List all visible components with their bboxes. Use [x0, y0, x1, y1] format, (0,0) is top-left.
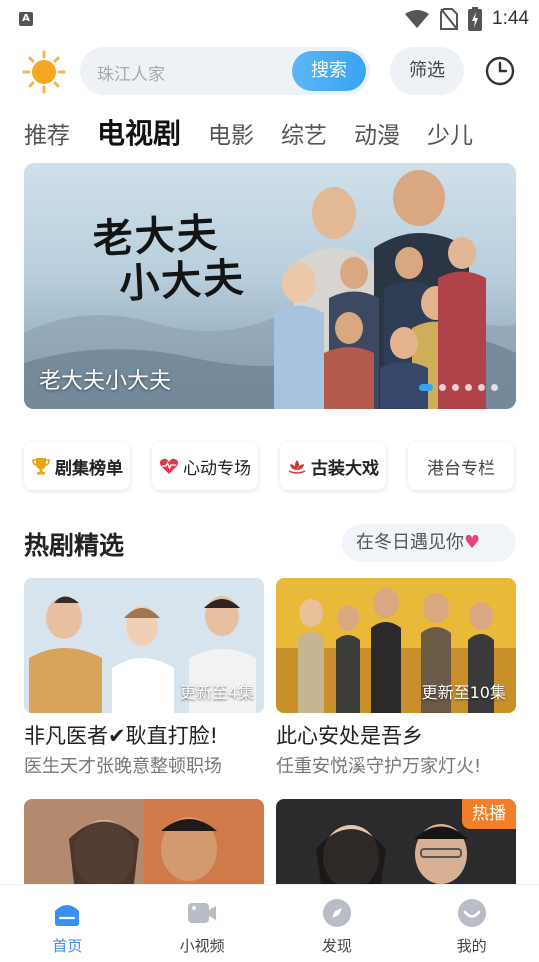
- filter-button[interactable]: 筛选: [390, 47, 464, 95]
- nav-label: 首页: [52, 937, 83, 955]
- card-subtitle: 医生天才张晚意整顿职场: [24, 756, 222, 777]
- nav-home[interactable]: 首页: [0, 885, 135, 962]
- chip-label: 剧集榜单: [55, 458, 123, 479]
- tab-kids[interactable]: 少儿: [427, 114, 473, 158]
- card-thumbnail: 更新至10集: [276, 578, 516, 713]
- section-tag-label: 在冬日遇见你: [356, 532, 464, 553]
- compass-icon: [322, 899, 351, 927]
- drama-card[interactable]: 热播: [276, 799, 516, 884]
- chip-label: 古装大戏: [311, 458, 379, 479]
- lotus-icon: [288, 460, 306, 474]
- nav-profile[interactable]: 我的: [404, 885, 539, 962]
- chip-heart-special[interactable]: 心动专场: [152, 442, 258, 490]
- tab-recommend[interactable]: 推荐: [24, 114, 70, 158]
- card-thumbnail: [24, 799, 264, 884]
- banner-dot[interactable]: [419, 384, 433, 391]
- card-title: 非凡医者✔耿直打脸!: [24, 724, 219, 748]
- nav-discover[interactable]: 发现: [270, 885, 405, 962]
- chip-costume-drama[interactable]: 古装大戏: [280, 442, 386, 490]
- nav-label: 我的: [456, 937, 487, 955]
- notification-a-icon: A: [19, 12, 33, 26]
- sun-icon[interactable]: [22, 50, 66, 94]
- heart-pulse-icon: [159, 458, 179, 474]
- card-thumbnail: 热播: [276, 799, 516, 884]
- section-tag[interactable]: 在冬日遇见你♥: [342, 524, 516, 562]
- drama-card[interactable]: [24, 799, 264, 884]
- chip-drama-rankings[interactable]: 剧集榜单: [24, 442, 130, 490]
- tab-movies[interactable]: 电影: [208, 114, 254, 158]
- category-tabs: 推荐 电视剧 电影 综艺 动漫 少儿: [24, 112, 500, 156]
- nav-label: 发现: [321, 937, 352, 955]
- heart-icon: ♥: [464, 532, 481, 553]
- trophy-icon: [32, 458, 50, 475]
- status-bar: A 1:44: [0, 0, 539, 38]
- clock: 1:44: [492, 8, 529, 29]
- chip-label: 港台专栏: [427, 458, 495, 479]
- banner-dot[interactable]: [491, 384, 498, 391]
- tab-anime[interactable]: 动漫: [354, 114, 400, 158]
- episode-badge: 更新至4集: [179, 683, 254, 702]
- home-icon: [55, 905, 80, 926]
- history-icon[interactable]: [485, 56, 515, 86]
- search-button[interactable]: 搜索: [292, 51, 366, 91]
- card-title: 此心安处是吾乡: [276, 724, 423, 748]
- no-sim-icon: [440, 8, 459, 30]
- drama-card[interactable]: 更新至4集 非凡医者✔耿直打脸! 医生天才张晚意整顿职场: [24, 578, 264, 783]
- episode-badge: 更新至10集: [421, 683, 506, 702]
- card-subtitle: 任重安悦溪守护万家灯火!: [276, 756, 482, 777]
- hot-badge: 热播: [462, 799, 516, 829]
- video-icon: [188, 903, 217, 923]
- banner-title-art: 老大夫 小大夫: [92, 209, 247, 309]
- bottom-nav: 首页 小视频 发现 我的: [0, 884, 539, 962]
- top-bar: 珠江人家 搜索 筛选: [0, 44, 539, 98]
- banner-art-line2: 小大夫: [118, 254, 247, 308]
- chip-hk-tw-column[interactable]: 港台专栏: [408, 442, 514, 490]
- chip-label: 心动专场: [183, 458, 251, 479]
- search-placeholder: 珠江人家: [97, 65, 165, 85]
- drama-card[interactable]: 更新至10集 此心安处是吾乡 任重安悦溪守护万家灯火!: [276, 578, 516, 783]
- banner-pagination: [419, 384, 498, 391]
- profile-icon: [457, 899, 486, 927]
- hero-banner[interactable]: 老大夫 小大夫 老大夫小大夫: [24, 163, 516, 409]
- status-icons: 1:44: [404, 6, 529, 32]
- banner-dot[interactable]: [452, 384, 459, 391]
- banner-dot[interactable]: [478, 384, 485, 391]
- section-title: 热剧精选: [24, 531, 125, 560]
- banner-dot[interactable]: [465, 384, 472, 391]
- banner-dot[interactable]: [439, 384, 446, 391]
- search-input[interactable]: 珠江人家 搜索: [80, 47, 370, 95]
- topic-chips: 剧集榜单 心动专场 古装大戏 港台专栏: [24, 442, 514, 490]
- wifi-icon: [405, 10, 430, 28]
- card-poster-art: [24, 799, 264, 884]
- tab-variety[interactable]: 综艺: [281, 114, 327, 158]
- banner-caption: 老大夫小大夫: [39, 369, 172, 394]
- tab-tv-series[interactable]: 电视剧: [97, 112, 181, 156]
- nav-label: 小视频: [179, 937, 225, 955]
- nav-short-video[interactable]: 小视频: [135, 885, 270, 962]
- battery-charging-icon: [468, 7, 483, 31]
- card-thumbnail: 更新至4集: [24, 578, 264, 713]
